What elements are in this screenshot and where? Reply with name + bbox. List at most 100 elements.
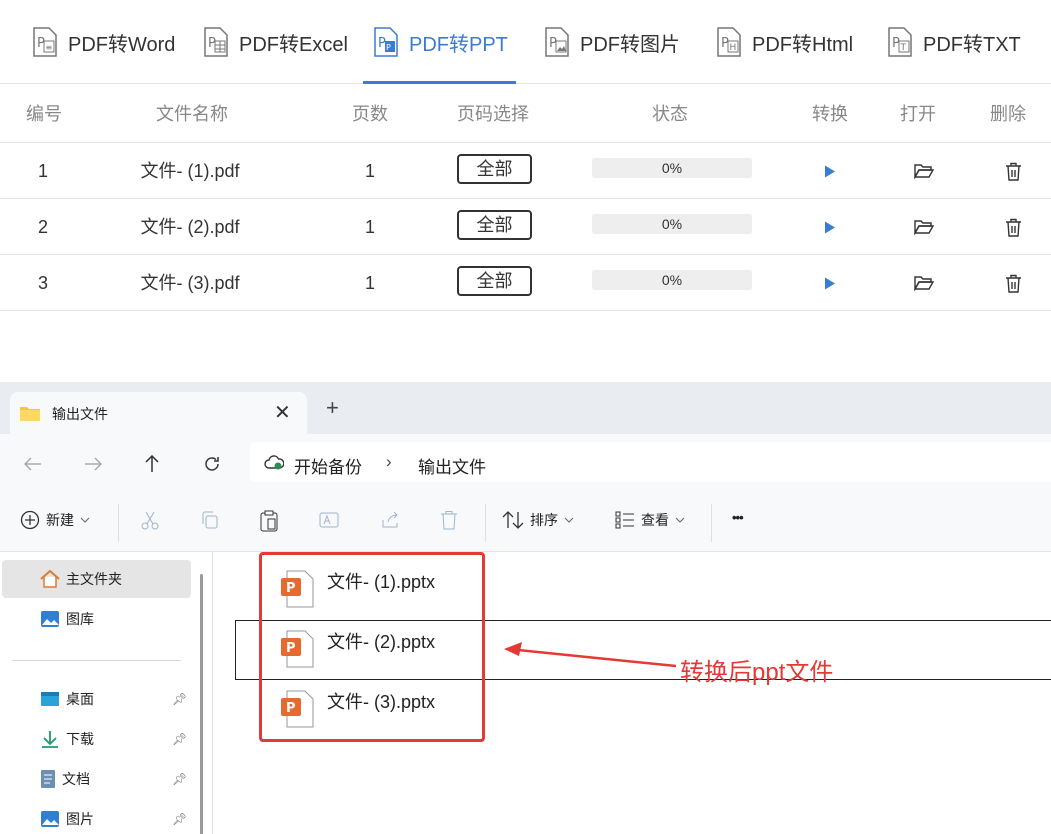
- more-options-icon[interactable]: •••: [732, 510, 744, 525]
- table-row: 2 文件- (2).pdf 1 全部 0%: [0, 199, 1051, 255]
- address-bar-row: 开始备份 › 输出文件: [0, 434, 1051, 492]
- new-label: 新建: [46, 512, 74, 528]
- header-page-range: 页码选择: [457, 104, 529, 124]
- sidebar-item-label: 图片: [66, 811, 94, 827]
- svg-text:≡: ≡: [46, 43, 53, 52]
- cut-icon[interactable]: [140, 510, 160, 530]
- breadcrumb-separator[interactable]: ›: [386, 452, 392, 472]
- document-icon: [41, 770, 55, 788]
- row-filename: 文件- (3).pdf: [140, 273, 240, 293]
- header-status: 状态: [652, 104, 688, 124]
- tab-pdf-to-image[interactable]: P PDF转图片: [544, 0, 680, 84]
- convert-play-icon[interactable]: [815, 143, 845, 199]
- tab-pdf-to-html[interactable]: PH PDF转Html: [716, 0, 853, 84]
- chevron-down-icon: [80, 517, 90, 523]
- sidebar-item-label: 下载: [66, 731, 94, 747]
- explorer-tab[interactable]: 输出文件 ✕: [10, 392, 307, 434]
- highlight-box: [259, 552, 485, 742]
- pdf-image-icon: P: [544, 27, 570, 57]
- table-row: 1 文件- (1).pdf 1 全部 0%: [0, 143, 1051, 199]
- tab-pdf-to-ppt[interactable]: PP PDF转PPT: [363, 0, 516, 84]
- sidebar-scrollbar[interactable]: [200, 574, 203, 834]
- forward-arrow-icon[interactable]: [80, 451, 106, 477]
- breadcrumb-root[interactable]: 开始备份: [294, 453, 362, 478]
- close-tab-icon[interactable]: ✕: [274, 400, 291, 425]
- back-arrow-icon[interactable]: [20, 451, 46, 477]
- new-tab-icon[interactable]: +: [326, 397, 339, 419]
- convert-play-icon[interactable]: [815, 255, 845, 311]
- up-arrow-icon[interactable]: [139, 451, 165, 477]
- tab-pdf-to-excel[interactable]: P PDF转Excel: [203, 0, 348, 84]
- pictures-icon: [41, 811, 59, 827]
- row-number: 2: [37, 217, 48, 237]
- copy-icon[interactable]: [200, 510, 220, 530]
- tab-pdf-to-txt[interactable]: PT PDF转TXT: [887, 0, 1021, 84]
- convert-play-icon[interactable]: [815, 199, 845, 255]
- chevron-down-icon: [564, 517, 574, 523]
- delete-trash-icon[interactable]: [998, 143, 1028, 199]
- annotation-arrow-icon: [504, 642, 677, 668]
- gallery-icon: [41, 611, 59, 627]
- toolbar-divider: [485, 504, 486, 542]
- annotation-text: 转换后ppt文件: [680, 659, 834, 686]
- page-range-button[interactable]: 全部: [457, 210, 532, 240]
- sidebar-item-desktop[interactable]: 桌面: [2, 680, 191, 718]
- file-explorer-window: 输出文件 ✕ + 开始备份 › 输出文件 新建 排序 查看 ••• 主文件夹 图…: [0, 382, 1051, 834]
- refresh-icon[interactable]: [199, 451, 225, 477]
- sort-label: 排序: [530, 512, 558, 528]
- tab-pdf-to-word[interactable]: P ≡ PDF转Word: [32, 0, 175, 84]
- view-label: 查看: [641, 512, 669, 528]
- pin-icon[interactable]: 📌︎: [172, 692, 187, 706]
- address-field[interactable]: 开始备份 › 输出文件: [250, 442, 1051, 482]
- delete-trash-icon[interactable]: [998, 199, 1028, 255]
- status-progress: 0%: [592, 214, 752, 234]
- pdf-ppt-icon: PP: [373, 27, 399, 57]
- row-number: 3: [37, 273, 48, 293]
- format-tabs: P ≡ PDF转Word P PDF转Excel PP PDF转PPT P PDF…: [0, 0, 1051, 84]
- cloud-icon: [264, 454, 285, 475]
- table-row: 3 文件- (3).pdf 1 全部 0%: [0, 255, 1051, 311]
- sidebar-item-pictures[interactable]: 图片: [2, 800, 191, 834]
- tab-label: PDF转Excel: [239, 33, 348, 56]
- row-filename: 文件- (1).pdf: [140, 161, 240, 181]
- page-range-button[interactable]: 全部: [457, 154, 532, 184]
- status-progress: 0%: [592, 270, 752, 290]
- plus-circle-icon: [20, 510, 40, 530]
- home-icon: [40, 570, 60, 588]
- row-number: 1: [37, 161, 48, 181]
- sort-button[interactable]: 排序: [502, 510, 574, 530]
- svg-text:H: H: [730, 43, 737, 53]
- pdf-word-icon: P ≡: [32, 27, 58, 57]
- pin-icon[interactable]: 📌︎: [172, 772, 187, 786]
- open-folder-icon[interactable]: [909, 143, 939, 199]
- pin-icon[interactable]: 📌︎: [172, 812, 187, 826]
- sidebar-item-home[interactable]: 主文件夹: [2, 560, 191, 598]
- explorer-toolbar: 新建 排序 查看 •••: [0, 492, 1051, 552]
- tab-label: PDF转Word: [68, 33, 176, 56]
- paste-icon[interactable]: [259, 510, 279, 532]
- page-range-button[interactable]: 全部: [457, 266, 532, 296]
- explorer-tab-bar: 输出文件 ✕ +: [0, 382, 1051, 434]
- open-folder-icon[interactable]: [909, 255, 939, 311]
- view-button[interactable]: 查看: [615, 510, 685, 530]
- rename-icon[interactable]: [319, 510, 341, 530]
- tab-label: PDF转图片: [580, 33, 680, 56]
- delete-trash-icon[interactable]: [998, 255, 1028, 311]
- folder-icon: [20, 405, 40, 426]
- sidebar-item-label: 文档: [62, 771, 90, 787]
- delete-icon[interactable]: [440, 510, 458, 530]
- sidebar-item-label: 桌面: [66, 691, 94, 707]
- open-folder-icon[interactable]: [909, 199, 939, 255]
- sidebar-item-gallery[interactable]: 图库: [2, 600, 191, 638]
- row-pages: 1: [364, 273, 375, 293]
- sidebar-item-documents[interactable]: 文档: [2, 760, 191, 798]
- explorer-tab-title: 输出文件: [52, 406, 108, 422]
- toolbar-divider: [118, 504, 119, 542]
- breadcrumb-current[interactable]: 输出文件: [418, 453, 486, 478]
- sidebar-item-downloads[interactable]: 下载: [2, 720, 191, 758]
- pin-icon[interactable]: 📌︎: [172, 732, 187, 746]
- new-button[interactable]: 新建: [20, 510, 90, 530]
- active-tab-indicator: [363, 81, 516, 84]
- pdf-txt-icon: PT: [887, 27, 913, 57]
- share-icon[interactable]: [380, 510, 400, 530]
